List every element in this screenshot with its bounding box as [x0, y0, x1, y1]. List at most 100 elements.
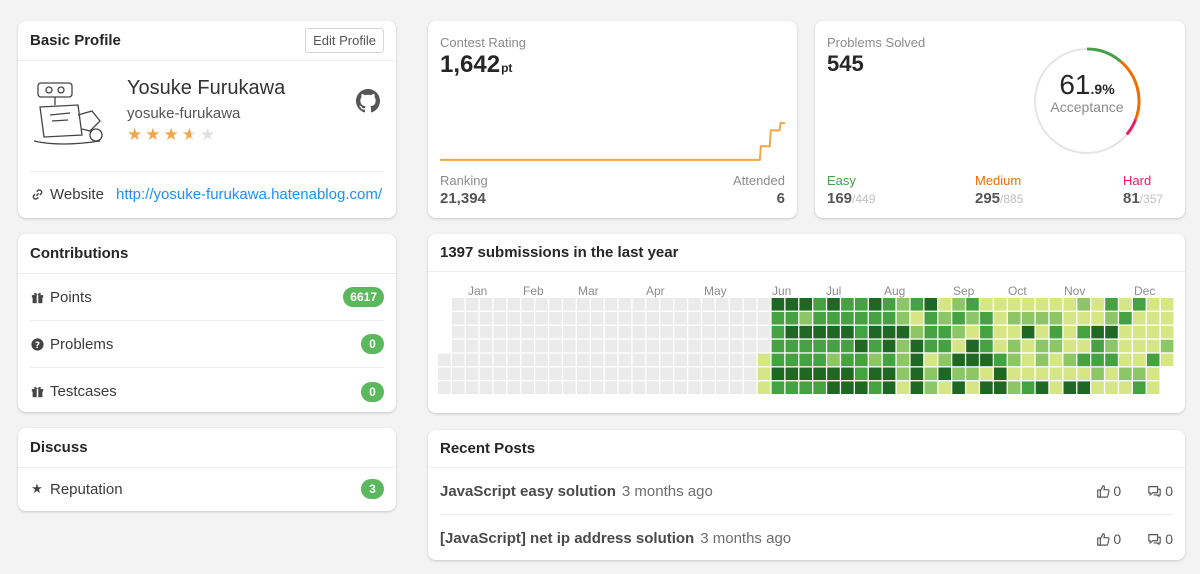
- heatmap-cell: [1091, 298, 1104, 311]
- heatmap-cell: [563, 311, 576, 325]
- heatmap-cell: [980, 381, 993, 394]
- reputation-label: Reputation: [50, 480, 123, 498]
- post-title[interactable]: [JavaScript] net ip address solution: [440, 530, 694, 547]
- heatmap-cell: [535, 381, 548, 394]
- contest-rating-chart: [440, 122, 785, 161]
- heatmap-cell: [660, 367, 673, 381]
- heatmap-cell: [549, 298, 562, 311]
- heatmap-cell: [479, 311, 493, 325]
- github-icon[interactable]: [356, 89, 380, 118]
- heatmap-cell: [743, 339, 757, 353]
- heatmap-cell: [632, 353, 646, 367]
- heatmap-cell: [785, 325, 799, 339]
- heatmap-cell: [924, 325, 938, 339]
- heatmap-cell: [618, 353, 632, 367]
- heatmap-cell: [1007, 381, 1021, 394]
- heatmap-cell: [521, 381, 534, 394]
- heatmap-cell: [1160, 353, 1174, 367]
- heatmap-cell: [771, 353, 785, 367]
- problems-solved-label: Problems Solved: [827, 35, 926, 50]
- heatmap-cell: [1007, 298, 1021, 311]
- heatmap-cell: [1021, 367, 1035, 381]
- heatmap-cell: [535, 325, 548, 339]
- post-comments[interactable]: 0: [1147, 531, 1173, 547]
- contest-rating-unit: pt: [501, 61, 513, 75]
- heatmap-cell: [577, 367, 590, 381]
- problems-label: Problems: [50, 335, 114, 353]
- edit-profile-button[interactable]: Edit Profile: [305, 28, 384, 53]
- heatmap-cell: [882, 339, 896, 353]
- heatmap-cell: [1091, 353, 1104, 367]
- heatmap-cell: [465, 325, 479, 339]
- contributions-title: Contributions: [30, 245, 129, 262]
- heatmap-cell: [535, 353, 548, 367]
- heatmap-cell: [632, 325, 646, 339]
- heatmap-cell: [1021, 298, 1035, 311]
- heatmap-cell: [966, 367, 979, 381]
- heatmap-cell: [785, 353, 799, 367]
- post-votes[interactable]: 0: [1096, 483, 1121, 499]
- ring-easy-arc: [1086, 47, 1122, 63]
- heatmap-cell: [855, 353, 868, 367]
- contribution-row-problems: ? Problems 0: [30, 321, 384, 368]
- points-label: Points: [50, 288, 92, 306]
- website-link[interactable]: http://yosuke-furukawa.hatenablog.com/: [116, 186, 382, 203]
- post-title[interactable]: JavaScript easy solution: [440, 483, 616, 500]
- post-comments[interactable]: 0: [1147, 483, 1173, 499]
- heatmap-cell: [1146, 298, 1160, 311]
- heatmap-cell: [980, 367, 993, 381]
- star-icon: ★: [31, 481, 43, 496]
- heatmap-month-label: Jan: [468, 284, 488, 298]
- heatmap-cell: [827, 325, 840, 339]
- heatmap-cell: [716, 298, 729, 311]
- star-icon: ★: [181, 125, 200, 144]
- heatmap-cell: [868, 367, 882, 381]
- avatar: [30, 75, 114, 153]
- heatmap-cell: [924, 298, 938, 311]
- star-icon: ★: [127, 125, 146, 144]
- heatmap-cell: [577, 325, 590, 339]
- post-row[interactable]: JavaScript easy solution 3 months ago 0 0: [440, 468, 1173, 515]
- heatmap-cell: [868, 311, 882, 325]
- heatmap-cell: [660, 298, 673, 311]
- heatmap-cell: [729, 367, 743, 381]
- acceptance-label: Acceptance: [1050, 99, 1124, 115]
- recent-posts-card: Recent Posts JavaScript easy solution 3 m…: [428, 430, 1185, 560]
- heatmap-cell: [1021, 311, 1035, 325]
- heatmap-cell: [507, 311, 521, 325]
- heatmap-cell: [938, 367, 951, 381]
- contribution-row-points: Points 6617: [30, 274, 384, 321]
- heatmap-cell: [1091, 325, 1104, 339]
- heatmap-cell: [577, 381, 590, 394]
- post-time: 3 months ago: [700, 530, 792, 547]
- heatmap-cell: [646, 325, 660, 339]
- heatmap-cell: [702, 353, 715, 367]
- heatmap-cell: [563, 381, 576, 394]
- heatmap-cell: [451, 353, 465, 367]
- discuss-header: Discuss: [18, 428, 396, 468]
- heatmap-cell: [771, 339, 785, 353]
- post-row[interactable]: [JavaScript] net ip address solution 3 mo…: [440, 515, 1173, 560]
- heatmap-cell: [604, 339, 618, 353]
- heatmap-cell: [632, 298, 646, 311]
- problems-solved-value: 545: [827, 51, 864, 76]
- heatmap-cell: [1119, 311, 1132, 325]
- heatmap-cell: [618, 381, 632, 394]
- post-votes[interactable]: 0: [1096, 531, 1121, 547]
- heatmap-cell: [1105, 325, 1118, 339]
- svg-text:?: ?: [34, 340, 39, 350]
- heatmap-cell: [493, 339, 507, 353]
- heatmap-cell: [549, 367, 562, 381]
- heatmap-cell: [882, 311, 896, 325]
- heatmap-cell: [563, 353, 576, 367]
- post-time: 3 months ago: [621, 482, 713, 500]
- heatmap-cell: [827, 367, 840, 381]
- discuss-row-reputation: ★ Reputation 3: [30, 468, 384, 510]
- heatmap-cell: [855, 339, 868, 353]
- heatmap-cell: [660, 325, 673, 339]
- heatmap-cell: [1091, 311, 1104, 325]
- heatmap-cell: [743, 353, 757, 367]
- heatmap-cell: [1077, 381, 1090, 394]
- heatmap-cell: [813, 339, 826, 353]
- heatmap-cell: [994, 381, 1007, 394]
